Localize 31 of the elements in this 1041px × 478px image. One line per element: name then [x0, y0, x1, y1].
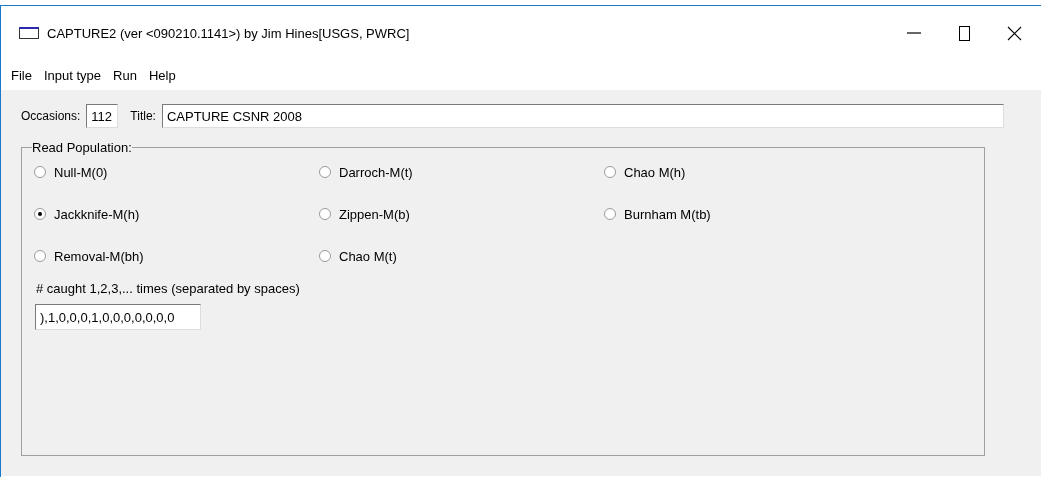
group-label: Read Population:	[32, 140, 132, 155]
option-label: Removal-M(bh)	[54, 248, 144, 264]
caught-field[interactable]: ),1,0,0,0,1,0,0,0,0,0,0,0	[35, 304, 201, 330]
option-label: Chao M(t)	[339, 248, 397, 264]
maximize-icon[interactable]	[956, 25, 972, 41]
option-label: Chao M(h)	[624, 164, 686, 180]
window-title: CAPTURE2 (ver <090210.1141>) by Jim Hines[USGS, PWRC]	[47, 25, 411, 41]
radio-button[interactable]	[34, 250, 46, 262]
title-field[interactable]: CAPTURE CSNR 2008	[161, 104, 1004, 128]
app-icon	[19, 27, 39, 39]
radio-button[interactable]	[604, 166, 616, 178]
title-label: Title:	[130, 109, 156, 123]
menu-item[interactable]: File	[5, 67, 38, 83]
option-label: Darroch-M(t)	[339, 164, 413, 180]
radio-button[interactable]	[319, 166, 331, 178]
radio-button[interactable]	[34, 208, 46, 220]
radio-button[interactable]	[319, 208, 331, 220]
close-icon[interactable]	[1006, 25, 1022, 41]
caught-label: # caught 1,2,3,... times (separated by spaces)	[36, 281, 301, 296]
radio-button[interactable]	[604, 208, 616, 220]
menu-item[interactable]: Input type	[37, 67, 108, 83]
option-label: Null-M(0)	[54, 164, 108, 180]
occasions-field[interactable]: 112	[86, 104, 119, 128]
option-label: Burnham M(tb)	[624, 206, 711, 222]
menu-item[interactable]: Help	[142, 67, 182, 83]
occasions-label: Occasions:	[21, 109, 81, 123]
radio-button[interactable]	[34, 166, 46, 178]
option-label: Jackknife-M(h)	[54, 206, 140, 222]
menu-item[interactable]: Run	[107, 67, 143, 83]
radio-button[interactable]	[319, 250, 331, 262]
option-label: Zippen-M(b)	[339, 206, 410, 222]
